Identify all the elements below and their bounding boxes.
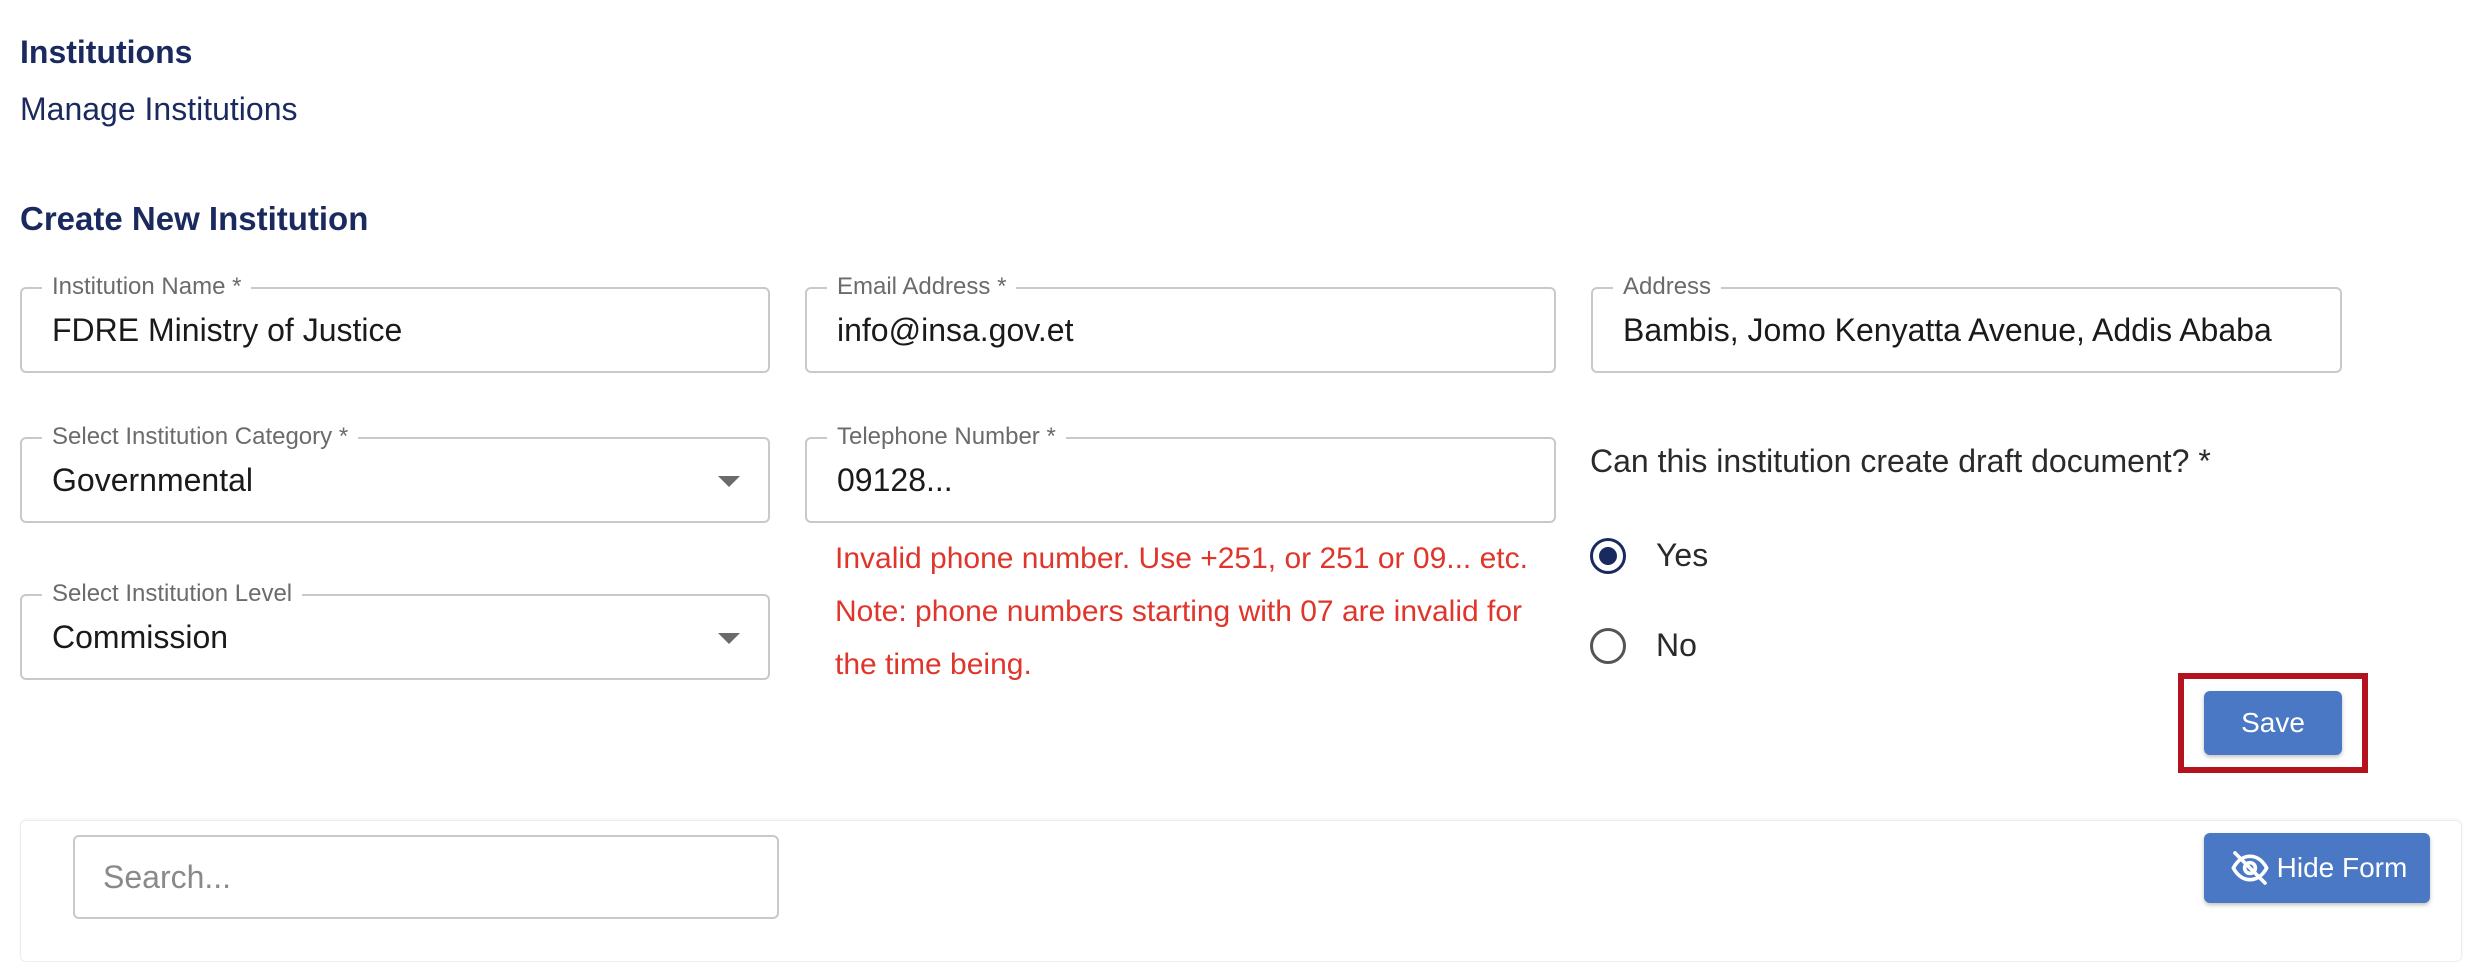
email-field[interactable]: Email Address * info@insa.gov.et bbox=[805, 272, 1556, 373]
level-value: Commission bbox=[52, 618, 229, 655]
page-subtitle: Manage Institutions bbox=[20, 91, 298, 127]
institution-name-field[interactable]: Institution Name * FDRE Ministry of Just… bbox=[20, 272, 770, 373]
radio-no-label[interactable]: No bbox=[1656, 627, 1697, 664]
radio-yes-button[interactable] bbox=[1590, 537, 1626, 574]
hide-form-label: Hide Form bbox=[2276, 852, 2408, 883]
search-input[interactable]: Search... bbox=[73, 835, 779, 919]
draft-question: Can this institution create draft docume… bbox=[1590, 443, 2211, 479]
address-value[interactable]: Bambis, Jomo Kenyatta Avenue, Addis Abab… bbox=[1623, 289, 2312, 371]
email-value[interactable]: info@insa.gov.et bbox=[837, 289, 1530, 371]
radio-no-button[interactable] bbox=[1590, 627, 1626, 664]
page-title: Institutions bbox=[20, 34, 193, 70]
chevron-down-icon[interactable] bbox=[718, 476, 740, 487]
eye-off-icon bbox=[2231, 851, 2269, 885]
chevron-down-icon[interactable] bbox=[718, 633, 740, 644]
level-select[interactable]: Select Institution Level Commission bbox=[20, 579, 770, 680]
telephone-value[interactable]: 09128... bbox=[837, 439, 1530, 521]
category-select[interactable]: Select Institution Category * Government… bbox=[20, 422, 770, 523]
institution-name-value[interactable]: FDRE Ministry of Justice bbox=[52, 289, 744, 371]
hide-form-button[interactable]: Hide Form bbox=[2204, 833, 2430, 903]
radio-yes-label[interactable]: Yes bbox=[1656, 537, 1708, 574]
save-button[interactable]: Save bbox=[2204, 691, 2342, 755]
radio-yes[interactable]: Yes bbox=[1590, 537, 1708, 574]
address-field[interactable]: Address Bambis, Jomo Kenyatta Avenue, Ad… bbox=[1591, 272, 2342, 373]
search-placeholder: Search... bbox=[103, 858, 232, 895]
radio-no[interactable]: No bbox=[1590, 627, 1697, 664]
telephone-field[interactable]: Telephone Number * 09128... bbox=[805, 422, 1556, 523]
phone-error-message: Invalid phone number. Use +251, or 251 o… bbox=[835, 542, 1528, 681]
form-section-title: Create New Institution bbox=[20, 200, 369, 237]
category-value: Governmental bbox=[52, 461, 253, 498]
